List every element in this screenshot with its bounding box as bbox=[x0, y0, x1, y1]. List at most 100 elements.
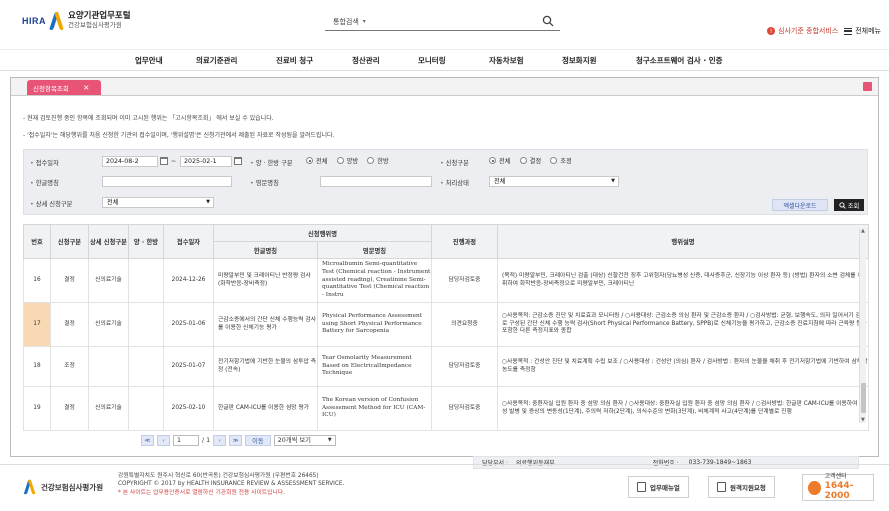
kor-name-input[interactable] bbox=[102, 176, 232, 187]
remote-support-button[interactable]: 원격지원요청 bbox=[708, 476, 775, 498]
table-row[interactable]: 16 결정 신의료기술 2024-12-26 미량알부민 및 크레아티닌 반정량… bbox=[23, 258, 869, 303]
col-header-desc: 행위설명 bbox=[497, 224, 869, 259]
search-scope-select[interactable]: 통합검색 bbox=[333, 17, 359, 27]
nav-item-monitoring[interactable]: 모니터링 bbox=[418, 55, 446, 66]
chevron-down-icon: ▼ bbox=[206, 199, 210, 205]
footer-logo: 건강보험심사평가원 bbox=[22, 478, 103, 496]
close-icon[interactable]: × bbox=[83, 83, 90, 92]
info-icon: ! bbox=[767, 27, 776, 35]
table-row[interactable]: 17 결정 신의료기술 2025-01-06 근감소증에서의 간단 신체 수행능… bbox=[23, 302, 869, 347]
notice-2: - '접수일자'는 해당행위를 처음 신청한 기관의 접수일이며, '행위설명'… bbox=[23, 132, 335, 139]
phone-icon bbox=[808, 480, 821, 495]
hira-wordmark: HIRA bbox=[22, 16, 46, 26]
search-icon bbox=[839, 201, 846, 209]
portal-subtitle: 건강보험심사평가원 bbox=[68, 21, 122, 30]
results-table: 번호 신청구분 상세 신청구분 양 · 한방 접수일자 신청행위명 진행과정 행… bbox=[23, 224, 869, 431]
footer-info: 강원특별자치도 원주시 혁신로 60(반곡동) 건강보험심사평가원 (우편번호 … bbox=[118, 472, 344, 497]
radio-med-western[interactable]: 양방 bbox=[336, 156, 358, 165]
hira-logo-icon bbox=[24, 480, 37, 494]
col-header-eng: 영문명칭 bbox=[317, 241, 432, 259]
table-row[interactable]: 18 조정 2025-01-07 전기저항기법에 기반한 눈물의 삼투압 측정 … bbox=[23, 346, 869, 387]
prev-page-button[interactable]: ‹ bbox=[157, 435, 170, 446]
col-header-med-type: 양 · 한방 bbox=[128, 224, 164, 259]
next-page-button[interactable]: › bbox=[213, 435, 227, 446]
search-button[interactable]: 조회 bbox=[834, 199, 864, 211]
nav-item-software-cert[interactable]: 청구소프트웨어 검사 · 인증 bbox=[636, 55, 723, 66]
status-select[interactable]: 전체 ▼ bbox=[489, 176, 619, 187]
chevron-down-icon: ▼ bbox=[327, 437, 332, 443]
tab-application-inquiry[interactable]: 신청항목조회 × bbox=[27, 80, 101, 95]
footer-address: 강원특별자치도 원주시 혁신로 60(반곡동) 건강보험심사평가원 (우편번호 … bbox=[118, 473, 319, 479]
radio-apply-adjust[interactable]: 조정 bbox=[550, 156, 572, 165]
search-filter-panel: 접수일자 2024-08-2 ~ 2025-02-1 양 · 한방 구분 전체 … bbox=[23, 149, 868, 215]
excel-download-button[interactable]: 엑셀다운로드 bbox=[772, 199, 828, 211]
med-type-label: 양 · 한방 구분 bbox=[250, 158, 293, 167]
all-menu-button[interactable]: 전체메뉴 bbox=[844, 26, 881, 36]
portal-logo[interactable]: HIRA 요양기관업무포털 건강보험심사평가원 bbox=[22, 12, 131, 30]
detail-type-label: 상세 신청구분 bbox=[30, 199, 73, 208]
nav-item-auto-insurance[interactable]: 자동차보험 bbox=[489, 55, 524, 66]
pagination: ≪ ‹ 1 / 1 › ≫ 이동 20개씩 보기 ▼ bbox=[141, 435, 336, 446]
radio-apply-all[interactable]: 전체 bbox=[489, 156, 511, 165]
date-label: 접수일자 bbox=[30, 158, 59, 167]
search-icon[interactable] bbox=[542, 15, 554, 27]
nav-item-it-support[interactable]: 정보화지원 bbox=[562, 55, 597, 66]
col-header-detail-type: 상세 신청구분 bbox=[88, 224, 129, 259]
col-header-apply-type: 신청구분 bbox=[50, 224, 89, 259]
nav-item-settlement[interactable]: 정산관리 bbox=[352, 55, 380, 66]
detail-type-select[interactable]: 전체 ▼ bbox=[102, 197, 214, 208]
apply-type-label: 신청구분 bbox=[440, 158, 469, 167]
content-frame: 신청항목조회 × - 현재 검토진행 중인 항목에 조회되며 이미 고시된 행위… bbox=[10, 77, 879, 469]
col-header-group: 신청행위명 bbox=[213, 224, 432, 242]
kor-name-label: 한글명칭 bbox=[30, 178, 59, 187]
tab-bar: 신청항목조회 × bbox=[11, 78, 878, 96]
nav-item-standards[interactable]: 의료기준관리 bbox=[196, 55, 237, 66]
calendar-icon[interactable] bbox=[160, 157, 168, 165]
med-type-radios: 전체 양방 한방 bbox=[306, 156, 389, 165]
last-page-button[interactable]: ≫ bbox=[229, 435, 243, 446]
scroll-down-icon[interactable]: ▼ bbox=[861, 417, 865, 423]
hamburger-icon bbox=[844, 27, 853, 35]
site-header: HIRA 요양기관업무포털 건강보험심사평가원 통합검색 ▾ ! 심사기준 종합… bbox=[0, 0, 889, 48]
radio-apply-decision[interactable]: 결정 bbox=[519, 156, 541, 165]
go-page-button[interactable]: 이동 bbox=[245, 435, 271, 446]
col-header-kor: 한글명칭 bbox=[213, 241, 318, 259]
global-search[interactable]: 통합검색 ▾ bbox=[325, 13, 560, 31]
eng-name-input[interactable] bbox=[320, 176, 432, 187]
nav-item-claims[interactable]: 진료비 청구 bbox=[276, 55, 313, 66]
hira-logo-icon bbox=[49, 12, 65, 30]
site-footer: 건강보험심사평가원 강원특별자치도 원주시 혁신로 60(반곡동) 건강보험심사… bbox=[0, 464, 889, 511]
footer-warning: * 본 사이트는 업무용인증서로 열람하신 기관회원 전용 사이트입니다. bbox=[118, 489, 285, 496]
table-row[interactable]: 19 결정 신의료기술 2025-02-10 한글판 CAM-ICU를 이용한 … bbox=[23, 386, 869, 431]
manual-button[interactable]: 업무매뉴얼 bbox=[628, 476, 689, 498]
col-header-date: 접수일자 bbox=[163, 224, 214, 259]
criteria-service-link[interactable]: ! 심사기준 종합서비스 bbox=[767, 26, 838, 36]
monitor-icon bbox=[717, 482, 726, 492]
status-label: 처리상태 bbox=[440, 178, 469, 187]
first-page-button[interactable]: ≪ bbox=[141, 435, 154, 446]
chevron-down-icon: ▼ bbox=[611, 178, 615, 184]
notice-1: - 현재 검토진행 중인 항목에 조회되며 이미 고시된 행위는 「고시항목조회… bbox=[23, 115, 274, 122]
main-navigation: 업무안내 의료기준관리 진료비 청구 정산관리 모니터링 자동차보험 정보화지원… bbox=[0, 49, 889, 71]
page-number-input[interactable]: 1 bbox=[173, 435, 199, 446]
radio-med-oriental[interactable]: 한방 bbox=[367, 156, 389, 165]
eng-name-label: 영문명칭 bbox=[250, 178, 279, 187]
page-total: / 1 bbox=[202, 437, 211, 444]
call-center[interactable]: 고객센터 1644-2000 bbox=[802, 473, 874, 501]
date-to-input[interactable]: 2025-02-1 bbox=[180, 156, 232, 167]
page-size-select[interactable]: 20개씩 보기 ▼ bbox=[273, 435, 336, 446]
book-icon bbox=[637, 482, 646, 492]
col-header-no: 번호 bbox=[23, 224, 51, 259]
scroll-thumb[interactable] bbox=[861, 383, 866, 413]
apply-type-radios: 전체 결정 조정 bbox=[489, 156, 572, 165]
footer-copyright: COPYRIGHT © 2017 by HEALTH INSURANCE REV… bbox=[118, 481, 345, 488]
calendar-icon[interactable] bbox=[234, 157, 242, 165]
table-scrollbar[interactable]: ▲ ▼ bbox=[859, 228, 866, 423]
chevron-down-icon: ▾ bbox=[362, 18, 366, 25]
col-header-progress: 진행과정 bbox=[431, 224, 498, 259]
radio-med-all[interactable]: 전체 bbox=[306, 156, 328, 165]
window-icon[interactable] bbox=[863, 82, 872, 91]
date-from-input[interactable]: 2024-08-2 bbox=[102, 156, 158, 167]
nav-item-guide[interactable]: 업무안내 bbox=[135, 55, 163, 66]
scroll-up-icon[interactable]: ▲ bbox=[861, 228, 865, 234]
